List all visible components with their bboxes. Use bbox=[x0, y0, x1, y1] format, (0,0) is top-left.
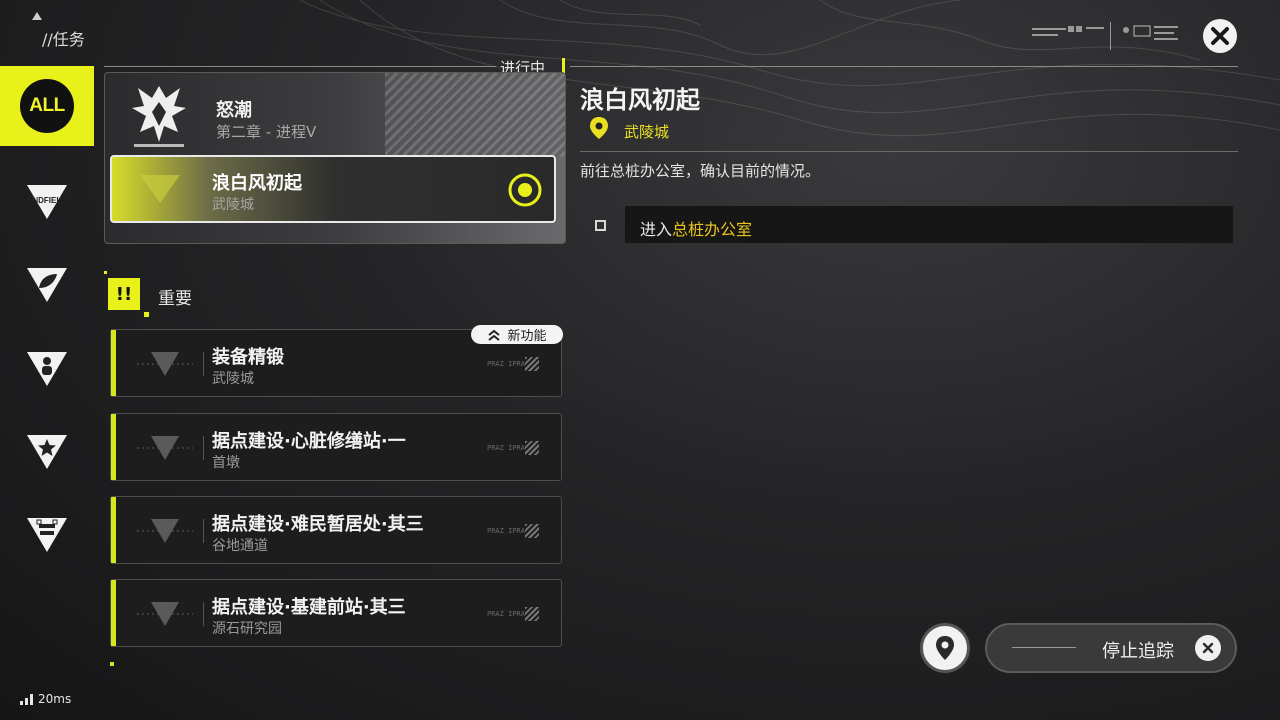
objective-prefix: 进入 bbox=[640, 220, 673, 239]
quest-location: 谷地通道 bbox=[212, 538, 268, 554]
endfield-icon: ENDFIELD bbox=[27, 185, 67, 219]
hatch-icon bbox=[525, 441, 539, 455]
quest-card[interactable]: 据点建设·心脏修缮站·一 首墩 PRAZ IPRA bbox=[110, 413, 562, 481]
rail-item-base[interactable] bbox=[0, 494, 94, 574]
quest-code: PRAZ IPRA bbox=[487, 444, 525, 452]
quest-code: PRAZ IPRA bbox=[487, 610, 525, 618]
close-button[interactable] bbox=[1203, 19, 1237, 53]
divider bbox=[580, 151, 1238, 152]
quest-location: 源石研究园 bbox=[212, 621, 282, 637]
person-icon bbox=[27, 352, 67, 386]
svg-text:ENDFIELD: ENDFIELD bbox=[27, 196, 67, 205]
leaf-icon bbox=[27, 268, 67, 302]
divider bbox=[570, 66, 1238, 67]
quest-type-icon bbox=[137, 602, 193, 626]
quest-card[interactable]: 据点建设·难民暂居处·其三 谷地通道 PRAZ IPRA bbox=[110, 496, 562, 564]
map-pin-icon bbox=[936, 636, 954, 660]
current-quest-card[interactable] bbox=[110, 155, 556, 223]
divider bbox=[104, 66, 496, 67]
quest-type-icon bbox=[137, 436, 193, 460]
header-decoration bbox=[1032, 22, 1178, 50]
quest-description: 前往总桩办公室，确认目前的情况。 bbox=[580, 162, 821, 180]
rail-item-endfield[interactable]: ENDFIELD bbox=[0, 161, 94, 241]
important-icon: !! bbox=[108, 278, 140, 310]
list-end-marker bbox=[110, 662, 114, 666]
quest-name: 据点建设·心脏修缮站·一 bbox=[212, 431, 406, 452]
section-marker bbox=[144, 312, 149, 317]
all-icon: ALL bbox=[20, 79, 74, 133]
hatch-icon bbox=[525, 524, 539, 538]
new-feature-badge: 新功能 bbox=[471, 325, 563, 344]
quest-location: 武陵城 bbox=[212, 371, 254, 387]
quest-name: 据点建设·基建前站·其三 bbox=[212, 597, 406, 618]
category-rail: ALL ENDFIELD bbox=[0, 66, 94, 686]
section-marker bbox=[104, 271, 107, 274]
location-pin-icon bbox=[590, 117, 608, 139]
chapter-progress: 第二章 - 进程V bbox=[216, 123, 317, 141]
current-quest-location: 武陵城 bbox=[212, 197, 254, 213]
chapter-emblem-icon bbox=[132, 86, 186, 147]
quest-location: 首墩 bbox=[212, 455, 240, 471]
base-icon bbox=[27, 518, 67, 552]
hatch-icon bbox=[525, 357, 539, 371]
header-mark-icon bbox=[32, 12, 42, 20]
map-locate-button[interactable] bbox=[920, 623, 970, 673]
quest-detail-location: 武陵城 bbox=[624, 123, 670, 141]
quest-name: 据点建设·难民暂居处·其三 bbox=[212, 514, 424, 535]
objective-highlight: 总桩办公室 bbox=[672, 220, 753, 239]
objective-checkbox bbox=[595, 220, 606, 231]
ping-value: 20ms bbox=[38, 692, 72, 706]
tracking-target-icon[interactable] bbox=[507, 172, 543, 208]
objective-text: 进入总桩办公室 bbox=[640, 216, 752, 240]
quest-code: PRAZ IPRA bbox=[487, 527, 525, 535]
quest-card[interactable]: 据点建设·基建前站·其三 源石研究园 PRAZ IPRA bbox=[110, 579, 562, 647]
new-feature-label: 新功能 bbox=[507, 329, 547, 344]
rail-item-person[interactable] bbox=[0, 328, 94, 408]
chevrons-up-icon bbox=[488, 329, 501, 341]
rail-item-leaf[interactable] bbox=[0, 244, 94, 324]
star-icon bbox=[27, 435, 67, 469]
chapter-name: 怒潮 bbox=[216, 100, 252, 121]
quest-name: 装备精锻 bbox=[212, 347, 284, 368]
current-quest-name: 浪白风初起 bbox=[212, 173, 302, 194]
quest-type-icon bbox=[140, 175, 180, 203]
close-icon bbox=[1211, 27, 1229, 45]
quest-code: PRAZ IPRA bbox=[487, 360, 525, 368]
quest-type-icon bbox=[137, 519, 193, 543]
decorative-line bbox=[1012, 647, 1076, 648]
rail-item-star[interactable] bbox=[0, 411, 94, 491]
quest-detail-title: 浪白风初起 bbox=[580, 86, 700, 114]
rail-item-all[interactable]: ALL bbox=[0, 66, 94, 146]
quest-type-icon bbox=[137, 352, 193, 376]
signal-icon bbox=[20, 693, 33, 705]
page-title: //任务 bbox=[42, 30, 85, 49]
network-ping: 20ms bbox=[20, 692, 71, 706]
hatch-icon bbox=[525, 607, 539, 621]
chapter-artwork bbox=[385, 73, 565, 157]
stop-tracking-label: 停止追踪 bbox=[1102, 641, 1174, 662]
important-section-title: 重要 bbox=[158, 289, 192, 309]
stop-tracking-icon bbox=[1195, 635, 1221, 661]
